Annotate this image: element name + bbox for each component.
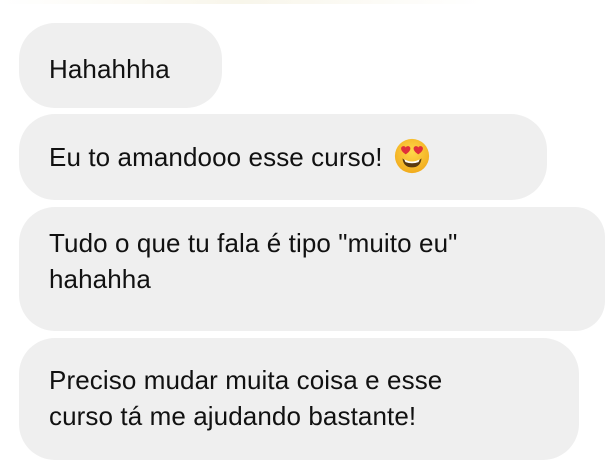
message-text-line: Tudo o que tu fala é tipo "muito eu": [49, 228, 458, 258]
message-text-line: hahahha: [49, 264, 151, 294]
message-bubble[interactable]: Tudo o que tu fala é tipo "muito eu" hah…: [19, 207, 605, 331]
message-text: Eu to amandooo esse curso!: [49, 142, 383, 172]
message-thread: Hahahhha Eu to amandooo esse curso! Tudo…: [0, 0, 605, 474]
heart-eyes-emoji-icon: [394, 139, 429, 174]
top-divider: [0, 0, 605, 4]
message-bubble[interactable]: Preciso mudar muita coisa e esse curso t…: [19, 338, 579, 460]
message-bubble[interactable]: Hahahhha: [19, 23, 222, 108]
message-text-line: curso tá me ajudando bastante!: [49, 401, 417, 431]
message-text-line: Preciso mudar muita coisa e esse: [49, 365, 443, 395]
message-text: Hahahhha: [49, 54, 170, 84]
message-bubble[interactable]: Eu to amandooo esse curso!: [19, 114, 547, 200]
